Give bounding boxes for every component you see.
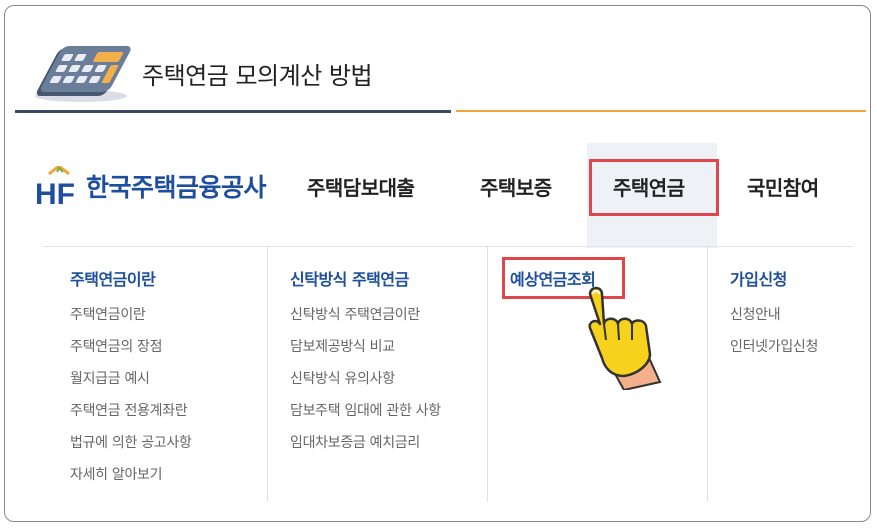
menu-divider bbox=[43, 246, 853, 247]
menu-item[interactable]: 자세히 알아보기 bbox=[70, 464, 192, 496]
column-divider bbox=[267, 247, 268, 502]
menu-item[interactable]: 신탁방식 유의사항 bbox=[290, 368, 441, 400]
menu-item[interactable]: 법규에 의한 공고사항 bbox=[70, 432, 192, 464]
hf-logo[interactable]: HF 한국주택금융공사 bbox=[35, 166, 267, 206]
logo-name: 한국주택금융공사 bbox=[86, 173, 267, 202]
nav-item-public-participation[interactable]: 국민참여 bbox=[747, 172, 819, 201]
nav-highlight-box bbox=[589, 159, 719, 216]
menu-item[interactable]: 담보제공방식 비교 bbox=[290, 336, 441, 368]
menu-item[interactable]: 주택연금의 장점 bbox=[70, 336, 192, 368]
title-underline-orange bbox=[456, 110, 866, 112]
nav-item-housing-guarantee[interactable]: 주택보증 bbox=[480, 172, 552, 201]
calculator-icon bbox=[35, 46, 131, 102]
menu-heading[interactable]: 주택연금이란 bbox=[70, 266, 192, 290]
menu-item[interactable]: 인터넷가입신청 bbox=[730, 336, 818, 368]
menu-heading[interactable]: 가입신청 bbox=[730, 266, 818, 290]
menu-item[interactable]: 주택연금이란 bbox=[70, 304, 192, 336]
menu-item[interactable]: 월지급금 예시 bbox=[70, 368, 192, 400]
menu-column-pension-intro: 주택연금이란 주택연금이란 주택연금의 장점 월지급금 예시 주택연금 전용계좌… bbox=[70, 266, 192, 496]
title-underline-navy bbox=[15, 110, 451, 113]
menu-column-trust-pension: 신탁방식 주택연금 신탁방식 주택연금이란 담보제공방식 비교 신탁방식 유의사… bbox=[290, 266, 441, 464]
menu-item[interactable]: 담보주택 임대에 관한 사항 bbox=[290, 400, 441, 432]
svg-text:HF: HF bbox=[35, 178, 75, 206]
menu-heading[interactable]: 신탁방식 주택연금 bbox=[290, 266, 441, 290]
menu-item[interactable]: 주택연금 전용계좌란 bbox=[70, 400, 192, 432]
menu-column-application: 가입신청 신청안내 인터넷가입신청 bbox=[730, 266, 818, 368]
menu-item[interactable]: 신탁방식 주택연금이란 bbox=[290, 304, 441, 336]
column-divider bbox=[707, 247, 708, 502]
pointing-hand-icon bbox=[588, 286, 662, 390]
menu-item[interactable]: 신청안내 bbox=[730, 304, 818, 336]
page-title: 주택연금 모의계산 방법 bbox=[142, 62, 373, 90]
column-divider bbox=[487, 247, 488, 502]
nav-item-mortgage[interactable]: 주택담보대출 bbox=[307, 172, 415, 201]
menu-item[interactable]: 임대차보증금 예치금리 bbox=[290, 432, 441, 464]
hf-logo-icon: HF bbox=[35, 166, 75, 206]
